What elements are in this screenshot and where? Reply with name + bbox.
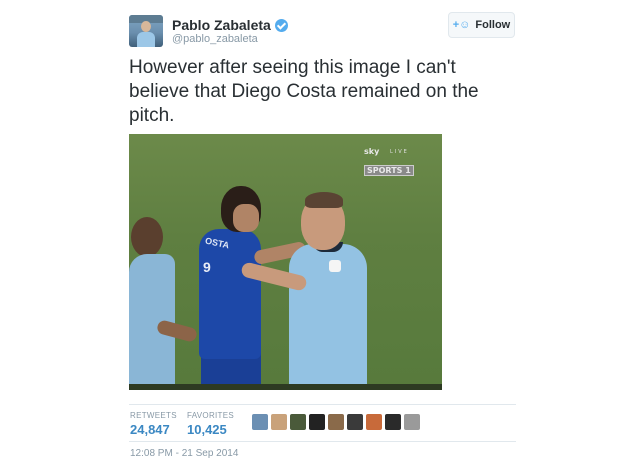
verified-icon xyxy=(274,18,288,32)
stats-divider-bottom xyxy=(129,441,516,442)
shirt-number: 9 xyxy=(203,259,211,275)
favorites-label: FAVORITES xyxy=(187,411,235,420)
broadcaster-sports: SPORTS 1 xyxy=(364,165,414,176)
favoriter-avatar[interactable] xyxy=(328,414,344,430)
broadcaster-live: LIVE xyxy=(390,149,409,155)
tweet-timestamp[interactable]: 12:08 PM - 21 Sep 2014 xyxy=(130,448,238,459)
retweets-count: 24,847 xyxy=(130,422,170,437)
broadcaster-logo: sky SPORTS 1 LIVE xyxy=(364,139,434,176)
favoriter-avatar[interactable] xyxy=(347,414,363,430)
broadcaster-sky: sky xyxy=(364,147,380,156)
stats-divider-top xyxy=(129,404,516,405)
favoriter-avatar[interactable] xyxy=(366,414,382,430)
display-name[interactable]: Pablo Zabaleta xyxy=(172,17,271,33)
favoriter-avatar[interactable] xyxy=(252,414,268,430)
player-blue-body xyxy=(199,229,261,359)
photo-bottom-bar xyxy=(129,384,442,390)
favoriter-avatar[interactable] xyxy=(404,414,420,430)
tweet-text: However after seeing this image I can't … xyxy=(129,57,479,126)
add-user-icon: +☺ xyxy=(452,19,471,31)
tweet-card: Pablo Zabaleta @pablo_zabaleta +☺ Follow… xyxy=(0,0,620,465)
player-left-head xyxy=(131,217,163,257)
favoriters-list xyxy=(252,414,420,430)
favoriter-avatar[interactable] xyxy=(271,414,287,430)
avatar-head xyxy=(141,21,151,32)
favoriter-avatar[interactable] xyxy=(290,414,306,430)
retweets-stat[interactable]: RETWEETS 24,847 xyxy=(130,411,177,437)
favoriter-avatar[interactable] xyxy=(309,414,325,430)
name-row: Pablo Zabaleta xyxy=(172,16,288,34)
player-sky-badge xyxy=(329,260,341,272)
retweets-label: RETWEETS xyxy=(130,411,177,420)
tweet-media-photo[interactable]: sky SPORTS 1 LIVE OSTA 9 xyxy=(129,134,442,390)
follow-button[interactable]: +☺ Follow xyxy=(448,12,515,38)
follow-button-label: Follow xyxy=(475,19,511,31)
player-sky-body xyxy=(289,244,367,390)
user-handle[interactable]: @pablo_zabaleta xyxy=(172,33,258,45)
player-blue-face xyxy=(233,204,259,232)
favorites-stat[interactable]: FAVORITES 10,425 xyxy=(187,411,234,437)
player-sky-hair xyxy=(305,192,343,208)
avatar[interactable] xyxy=(129,15,163,47)
avatar-body xyxy=(137,32,155,47)
favorites-count: 10,425 xyxy=(187,422,227,437)
favoriter-avatar[interactable] xyxy=(385,414,401,430)
